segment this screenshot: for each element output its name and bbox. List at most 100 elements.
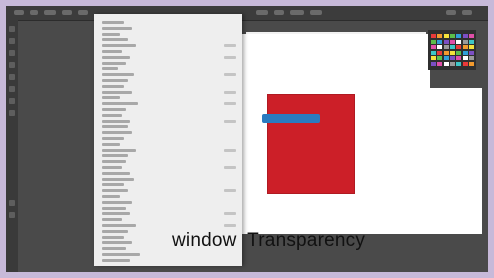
color-swatch[interactable] xyxy=(431,61,436,66)
menu-item-label xyxy=(102,67,118,71)
color-swatch[interactable] xyxy=(449,39,455,44)
menu-bar xyxy=(6,6,488,21)
color-swatch[interactable] xyxy=(468,50,474,55)
menu-item-label xyxy=(102,73,134,77)
tool-icon[interactable] xyxy=(9,50,15,56)
menu-bar-item[interactable] xyxy=(310,10,322,15)
color-swatch[interactable] xyxy=(443,34,449,38)
menu-item-label xyxy=(102,137,124,140)
color-swatch[interactable] xyxy=(468,56,474,60)
tool-icon[interactable] xyxy=(9,200,15,206)
color-swatch[interactable] xyxy=(437,34,443,38)
menu-item-label xyxy=(102,119,130,123)
color-swatch[interactable] xyxy=(468,45,474,49)
tool-icon[interactable] xyxy=(9,86,15,92)
menu-bar-item[interactable] xyxy=(14,10,24,15)
color-swatch[interactable] xyxy=(456,34,462,38)
tool-icon[interactable] xyxy=(9,110,15,116)
menu-item-label xyxy=(102,247,126,251)
menu-item-label xyxy=(102,38,128,42)
menu-item-shortcut xyxy=(224,102,236,106)
menu-item-label xyxy=(102,148,136,152)
menu-item[interactable] xyxy=(94,258,242,264)
menu-item-label xyxy=(102,253,140,256)
color-swatch[interactable] xyxy=(437,56,443,60)
color-swatch[interactable] xyxy=(456,50,462,55)
menu-item-label xyxy=(102,125,128,129)
menu-bar-item[interactable] xyxy=(30,10,38,15)
tool-icon[interactable] xyxy=(9,38,15,44)
menu-bar-item[interactable] xyxy=(44,10,56,15)
color-swatch[interactable] xyxy=(468,34,474,38)
menu-item-label xyxy=(102,258,130,262)
color-swatch[interactable] xyxy=(437,39,443,44)
menu-bar-item[interactable] xyxy=(462,10,472,15)
color-swatch[interactable] xyxy=(431,45,436,49)
menu-item-shortcut xyxy=(224,44,236,48)
color-swatch[interactable] xyxy=(449,56,455,60)
color-swatch[interactable] xyxy=(462,45,468,49)
color-swatch[interactable] xyxy=(449,50,455,55)
tool-icon[interactable] xyxy=(9,212,15,218)
menu-bar-item[interactable] xyxy=(446,10,456,15)
tool-icon[interactable] xyxy=(9,62,15,68)
menu-item-shortcut xyxy=(224,224,236,227)
menu-item-label xyxy=(102,177,134,181)
menu-item-shortcut xyxy=(224,119,236,123)
color-swatch[interactable] xyxy=(462,61,468,66)
color-swatch[interactable] xyxy=(443,50,449,55)
color-swatch[interactable] xyxy=(437,61,443,66)
color-swatch[interactable] xyxy=(456,45,462,49)
menu-item-label xyxy=(102,241,132,245)
tool-icon[interactable] xyxy=(9,74,15,80)
menu-item-label xyxy=(102,142,120,146)
color-swatch[interactable] xyxy=(431,56,436,60)
menu-bar-item[interactable] xyxy=(290,10,304,15)
menu-item-label xyxy=(102,212,130,216)
color-swatch[interactable] xyxy=(456,39,462,44)
menu-item-label xyxy=(102,171,130,175)
color-swatch[interactable] xyxy=(468,39,474,44)
color-swatch[interactable] xyxy=(437,50,443,55)
menu-bar-item[interactable] xyxy=(274,10,284,15)
menu-item-label xyxy=(102,224,136,227)
menu-item-label xyxy=(102,90,132,94)
color-swatch[interactable] xyxy=(462,39,468,44)
menu-item-label xyxy=(102,50,122,53)
menu-item-label xyxy=(102,61,126,65)
menu-bar-item[interactable] xyxy=(78,10,88,15)
artboard-edge xyxy=(430,88,482,234)
color-swatch[interactable] xyxy=(456,56,462,60)
color-swatch[interactable] xyxy=(462,34,468,38)
color-swatch[interactable] xyxy=(462,56,468,60)
color-swatch[interactable] xyxy=(456,61,462,66)
menu-item-label xyxy=(102,131,132,135)
color-swatch[interactable] xyxy=(449,45,455,49)
menu-item-label xyxy=(102,79,128,82)
color-swatch[interactable] xyxy=(431,34,436,38)
menu-bar-item[interactable] xyxy=(62,10,72,15)
tool-icon[interactable] xyxy=(9,26,15,32)
color-swatch[interactable] xyxy=(443,39,449,44)
blue-bar-shape[interactable] xyxy=(262,114,320,123)
tool-icon[interactable] xyxy=(9,98,15,104)
menu-item-label xyxy=(102,235,124,239)
color-swatch[interactable] xyxy=(431,50,436,55)
menu-item-label xyxy=(102,44,136,48)
color-swatch[interactable] xyxy=(449,34,455,38)
menu-item-label xyxy=(102,183,124,187)
color-swatch[interactable] xyxy=(437,45,443,49)
color-swatch[interactable] xyxy=(468,61,474,66)
menu-item-label xyxy=(102,200,132,204)
menu-item-label xyxy=(102,26,132,30)
color-swatch[interactable] xyxy=(443,45,449,49)
tools-panel xyxy=(6,20,18,272)
red-rectangle-shape[interactable] xyxy=(268,95,354,193)
color-swatch[interactable] xyxy=(462,50,468,55)
color-swatch[interactable] xyxy=(449,61,455,66)
menu-bar-item[interactable] xyxy=(256,10,268,15)
color-swatch[interactable] xyxy=(443,61,449,66)
menu-item-label xyxy=(102,84,124,88)
color-swatch[interactable] xyxy=(431,39,436,44)
color-swatch[interactable] xyxy=(443,56,449,60)
